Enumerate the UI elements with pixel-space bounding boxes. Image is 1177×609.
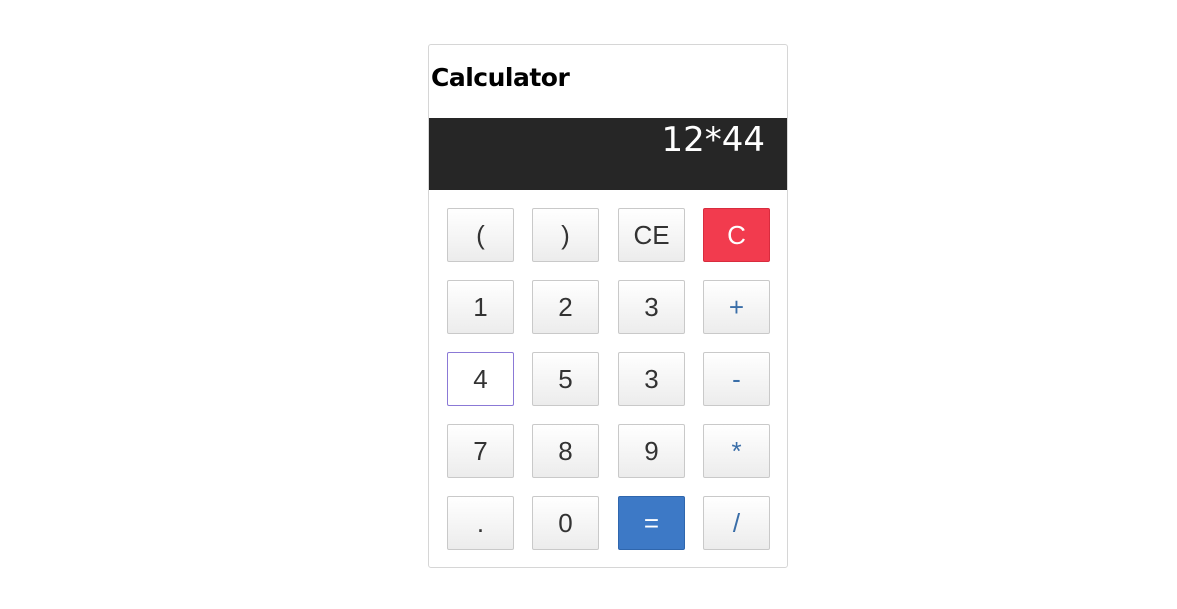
calculator-display: 12*44 [429, 118, 787, 190]
divide-button[interactable]: / [703, 496, 770, 550]
clear-button[interactable]: C [703, 208, 770, 262]
add-button[interactable]: + [703, 280, 770, 334]
digit-4-button[interactable]: 4 [447, 352, 514, 406]
digit-9-button[interactable]: 9 [618, 424, 685, 478]
digit-3-button-row2[interactable]: 3 [618, 352, 685, 406]
digit-0-button[interactable]: 0 [532, 496, 599, 550]
subtract-button[interactable]: - [703, 352, 770, 406]
digit-8-button[interactable]: 8 [532, 424, 599, 478]
digit-2-button[interactable]: 2 [532, 280, 599, 334]
digit-1-button[interactable]: 1 [447, 280, 514, 334]
clear-entry-button[interactable]: CE [618, 208, 685, 262]
calculator-title: Calculator [431, 63, 570, 92]
digit-5-button[interactable]: 5 [532, 352, 599, 406]
digit-7-button[interactable]: 7 [447, 424, 514, 478]
close-paren-button[interactable]: ) [532, 208, 599, 262]
calculator-panel: Calculator 12*44 ( ) CE C 1 2 3 + 4 5 3 … [428, 44, 788, 568]
multiply-button[interactable]: * [703, 424, 770, 478]
digit-3-button[interactable]: 3 [618, 280, 685, 334]
open-paren-button[interactable]: ( [447, 208, 514, 262]
equals-button[interactable]: = [618, 496, 685, 550]
decimal-button[interactable]: . [447, 496, 514, 550]
